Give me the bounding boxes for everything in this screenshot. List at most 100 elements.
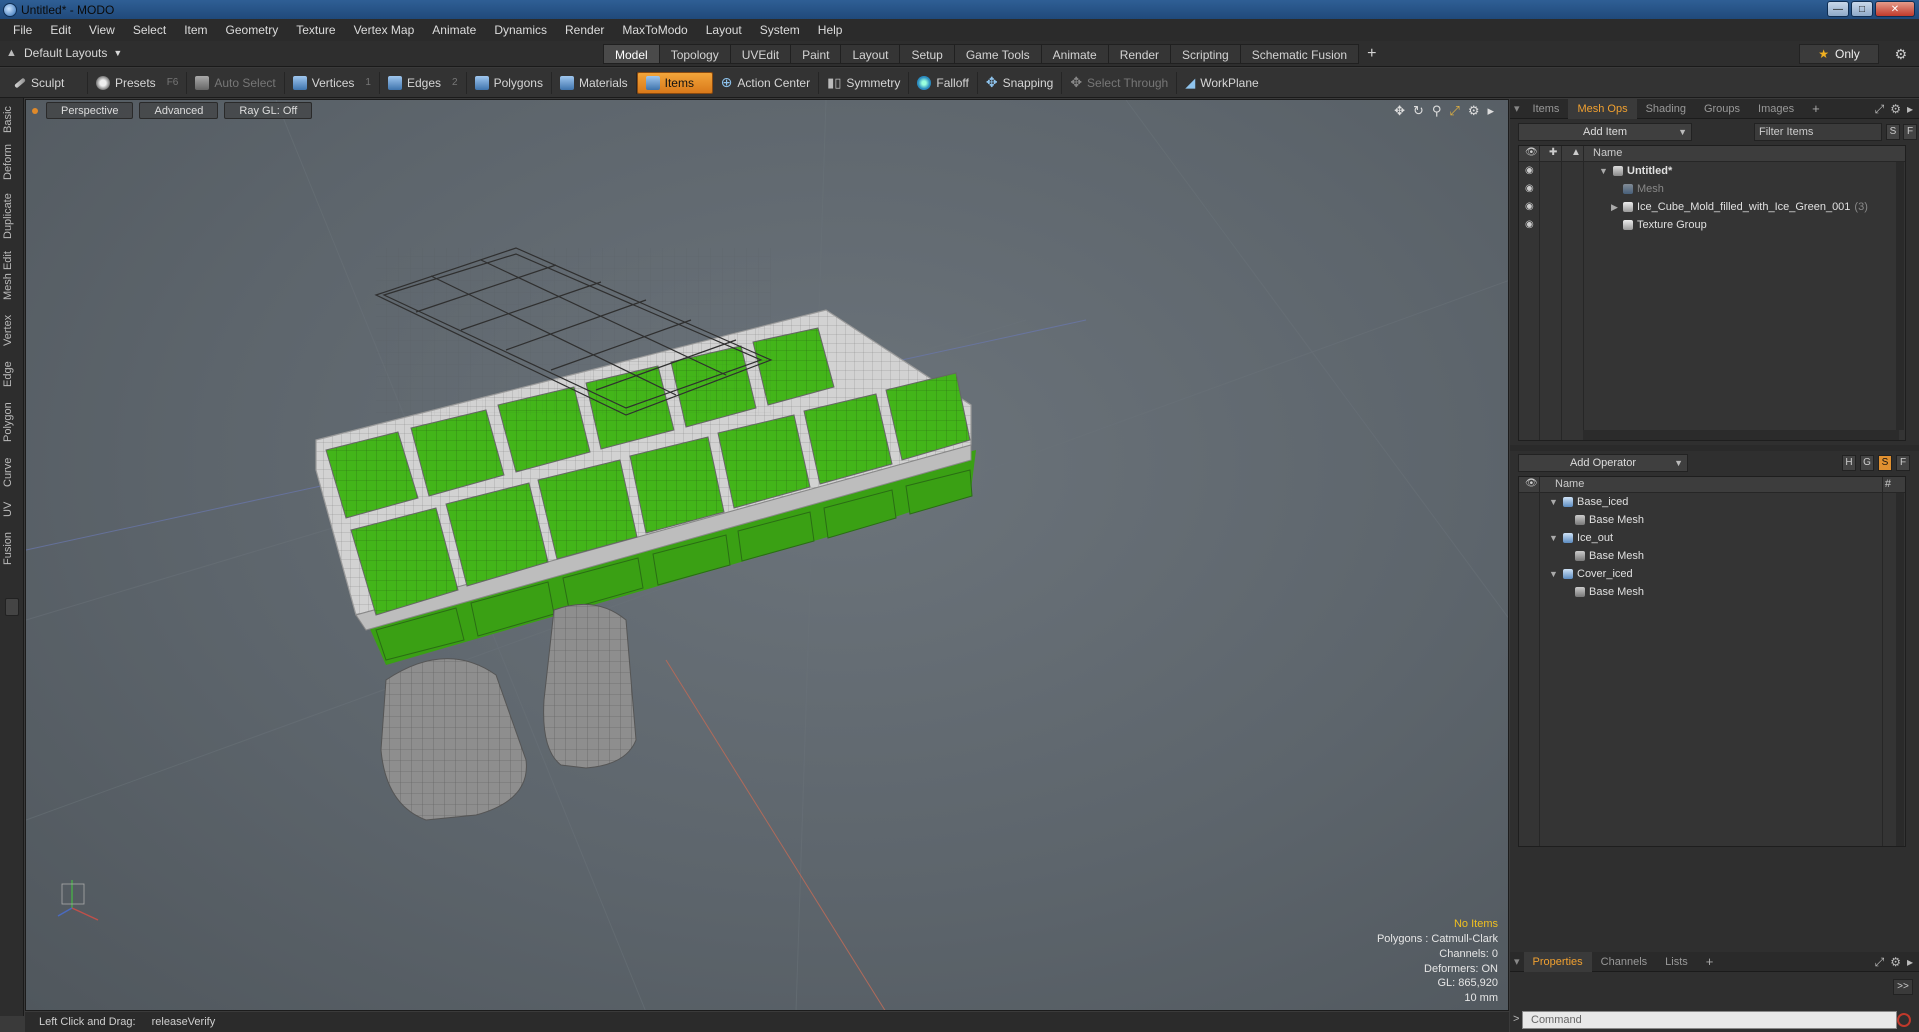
filter-f-button[interactable]: F xyxy=(1903,124,1917,140)
items-button[interactable]: Items xyxy=(636,71,713,94)
tab-uvedit[interactable]: UVEdit xyxy=(729,44,791,64)
viewport-expand-icon[interactable]: ▸ xyxy=(1487,103,1494,119)
vtab-vertex[interactable]: Vertex xyxy=(2,310,22,350)
item-list-vscroll[interactable] xyxy=(1896,162,1904,430)
panel-gear-icon[interactable]: ⚙ xyxy=(1890,955,1901,970)
expand-properties-button[interactable]: >> xyxy=(1893,979,1913,995)
panel-menu-icon[interactable]: ▾ xyxy=(1510,952,1524,972)
operator-row-base-iced[interactable]: ▼ Base_iced xyxy=(1519,493,1905,511)
workplane-button[interactable]: ◢ WorkPlane xyxy=(1177,72,1266,94)
materials-button[interactable]: Materials xyxy=(552,71,637,94)
tab-paint[interactable]: Paint xyxy=(790,44,841,64)
command-input[interactable]: Command xyxy=(1522,1011,1897,1029)
vertices-button[interactable]: Vertices 1 xyxy=(285,71,380,94)
panel-arrow-icon[interactable]: ▸ xyxy=(1907,955,1913,970)
layout-up-icon[interactable]: ▲ xyxy=(6,47,18,59)
layout-selector[interactable]: ▲ Default Layouts ▼ xyxy=(6,46,122,60)
tab-model[interactable]: Model xyxy=(603,44,659,64)
menu-geometry[interactable]: Geometry xyxy=(217,23,288,37)
menu-select[interactable]: Select xyxy=(124,23,175,37)
ops-s-button[interactable]: S xyxy=(1878,455,1892,471)
tab-mesh-ops[interactable]: Mesh Ops xyxy=(1568,98,1637,119)
auto-select-button[interactable]: Auto Select xyxy=(187,71,285,94)
menu-texture[interactable]: Texture xyxy=(287,23,344,37)
tab-scripting[interactable]: Scripting xyxy=(1170,44,1240,64)
symmetry-button[interactable]: ▮▯ Symmetry xyxy=(819,71,910,94)
shading-button[interactable]: Advanced xyxy=(139,102,219,119)
tab-images[interactable]: Images xyxy=(1749,99,1803,119)
vtab-fusion[interactable]: Fusion xyxy=(2,528,22,568)
view-type-button[interactable]: Perspective xyxy=(46,102,134,119)
menu-maxtomodo[interactable]: MaxToModo xyxy=(613,23,696,37)
menu-dynamics[interactable]: Dynamics xyxy=(485,23,556,37)
eye-icon[interactable]: ◉ xyxy=(1525,162,1534,180)
tab-topology[interactable]: Topology xyxy=(658,44,730,64)
operator-row-ice-out[interactable]: ▼ Ice_out xyxy=(1519,529,1905,547)
item-list-hscroll[interactable] xyxy=(1583,430,1899,440)
polygons-button[interactable]: Polygons xyxy=(467,71,552,94)
snapping-button[interactable]: ✥ Snapping xyxy=(978,71,1063,94)
add-operator-button[interactable]: Add Operator ▼ xyxy=(1518,454,1688,472)
tab-shading[interactable]: Shading xyxy=(1637,99,1695,119)
close-icon[interactable]: ✕ xyxy=(1875,1,1915,17)
gear-icon[interactable]: ⚙ xyxy=(1894,46,1907,63)
zoom-icon[interactable]: ⚲ xyxy=(1432,103,1442,119)
operator-row-base-mesh[interactable]: Base Mesh xyxy=(1519,547,1905,565)
tab-groups[interactable]: Groups xyxy=(1695,99,1749,119)
expand-toggle-icon[interactable]: ▶ xyxy=(1611,198,1618,216)
minimize-icon[interactable]: — xyxy=(1827,1,1849,17)
pop-out-icon[interactable]: ⤢ xyxy=(1875,955,1885,970)
menu-view[interactable]: View xyxy=(80,23,124,37)
edges-button[interactable]: Edges 2 xyxy=(380,71,467,94)
vtab-edge[interactable]: Edge xyxy=(2,358,22,390)
item-row-ice-cube-mold[interactable]: ◉ ▶ Ice_Cube_Mold_filled_with_Ice_Green_… xyxy=(1519,198,1905,216)
add-tab-icon[interactable]: + xyxy=(1359,44,1384,64)
tab-properties[interactable]: Properties xyxy=(1523,951,1592,972)
expand-toggle-icon[interactable]: ▼ xyxy=(1549,529,1558,547)
panel-arrow-icon[interactable]: ▸ xyxy=(1907,102,1913,117)
panel-gear-icon[interactable]: ⚙ xyxy=(1890,102,1901,117)
maximize-icon[interactable]: □ xyxy=(1851,1,1873,17)
expand-toggle-icon[interactable]: ▼ xyxy=(1599,162,1608,180)
menu-system[interactable]: System xyxy=(751,23,809,37)
expand-toggle-icon[interactable]: ▼ xyxy=(1549,493,1558,511)
fit-icon[interactable]: ⤢ xyxy=(1449,103,1459,119)
presets-button[interactable]: Presets F6 xyxy=(88,71,188,94)
rotate-icon[interactable]: ↻ xyxy=(1413,103,1424,119)
tab-channels[interactable]: Channels xyxy=(1592,952,1656,972)
eye-icon[interactable]: ◉ xyxy=(1525,180,1534,198)
vtab-uv[interactable]: UV xyxy=(2,498,22,520)
panel-menu-icon[interactable]: ▾ xyxy=(1510,99,1524,119)
add-item-button[interactable]: Add Item ▼ xyxy=(1518,123,1692,141)
tab-lists[interactable]: Lists xyxy=(1656,952,1697,972)
tab-layout[interactable]: Layout xyxy=(840,44,900,64)
menu-file[interactable]: File xyxy=(4,23,41,37)
add-panel-tab-icon[interactable]: + xyxy=(1697,952,1723,972)
tab-animate[interactable]: Animate xyxy=(1040,44,1108,64)
falloff-button[interactable]: Falloff xyxy=(909,71,978,94)
menu-help[interactable]: Help xyxy=(809,23,852,37)
select-through-button[interactable]: ✥ Select Through xyxy=(1062,71,1178,94)
3d-viewport[interactable]: Perspective Advanced Ray GL: Off ✥ ↻ ⚲ ⤢… xyxy=(25,99,1509,1011)
operator-row-cover-iced[interactable]: ▼ Cover_iced xyxy=(1519,565,1905,583)
menu-layout[interactable]: Layout xyxy=(697,23,751,37)
pan-icon[interactable]: ✥ xyxy=(1394,103,1405,119)
command-history-icon[interactable] xyxy=(1897,1013,1911,1027)
operator-row-base-mesh[interactable]: Base Mesh xyxy=(1519,511,1905,529)
only-button[interactable]: ★ Only xyxy=(1799,44,1879,64)
item-row-texture-group[interactable]: ◉ Texture Group xyxy=(1519,216,1905,234)
tab-items[interactable]: Items xyxy=(1524,99,1569,119)
viewport-menu-icon[interactable] xyxy=(32,108,38,114)
vtab-deform[interactable]: Deform xyxy=(2,142,22,182)
vtab-duplicate[interactable]: Duplicate xyxy=(2,190,22,242)
eye-icon[interactable]: ◉ xyxy=(1525,198,1534,216)
tab-render[interactable]: Render xyxy=(1107,44,1171,64)
tab-setup[interactable]: Setup xyxy=(899,44,954,64)
panel-splitter[interactable] xyxy=(1510,445,1919,451)
pop-out-icon[interactable]: ⤢ xyxy=(1875,102,1885,117)
operator-row-base-mesh[interactable]: Base Mesh xyxy=(1519,583,1905,601)
filter-items-input[interactable]: Filter Items xyxy=(1754,123,1882,141)
ops-f-button[interactable]: F xyxy=(1896,455,1910,471)
vtab-basic[interactable]: Basic xyxy=(2,104,22,136)
vtab-polygon[interactable]: Polygon xyxy=(2,398,22,446)
